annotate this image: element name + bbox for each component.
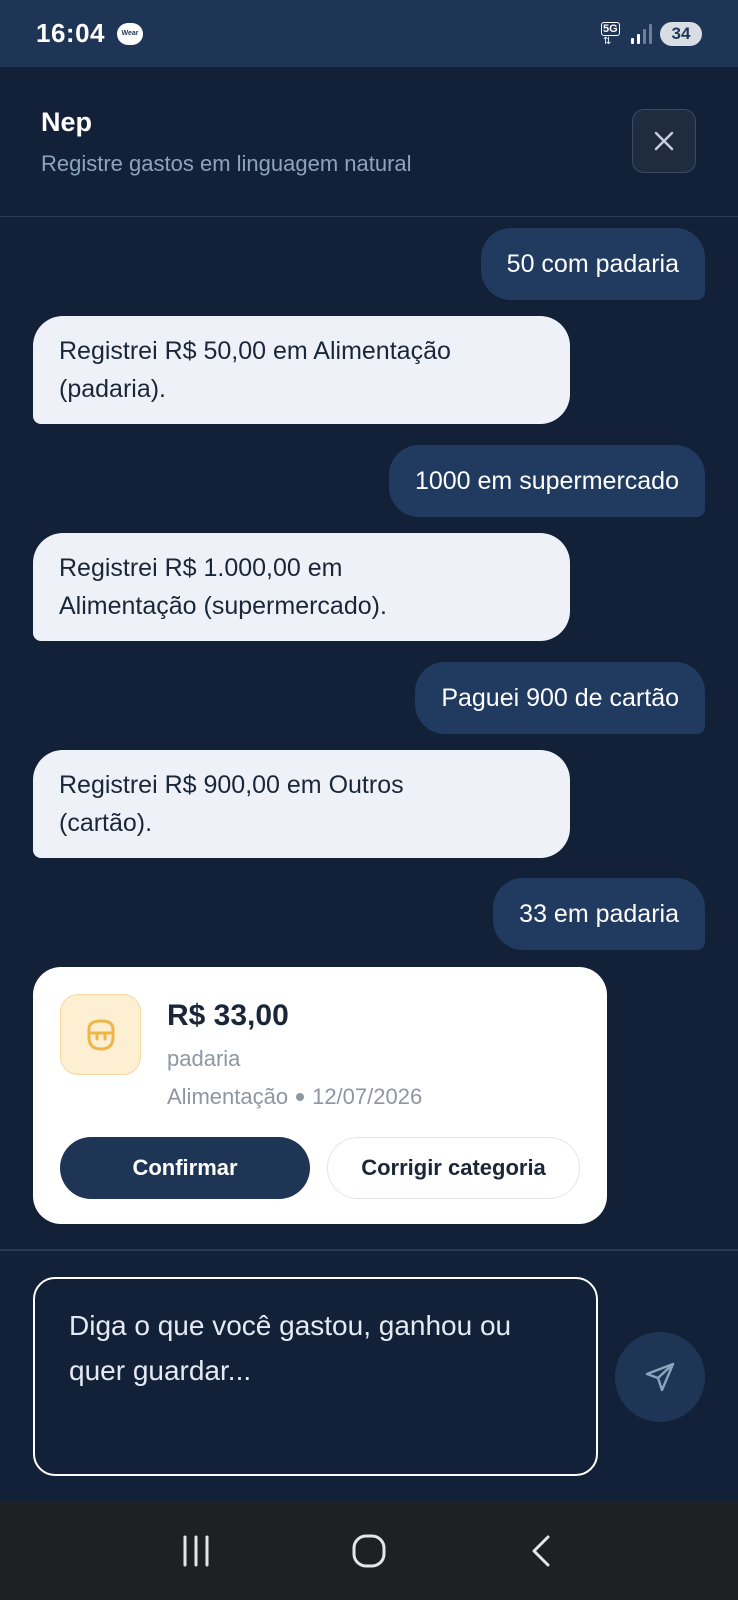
home-button[interactable] — [339, 1521, 399, 1581]
status-indicators: 5G ⇅ 34 — [601, 21, 702, 47]
message-input[interactable] — [33, 1277, 598, 1476]
send-button[interactable] — [615, 1332, 705, 1422]
network-type: 5G — [601, 21, 620, 36]
message-line: (cartão). — [59, 809, 153, 837]
composer-divider — [0, 1249, 738, 1251]
message-text: 1000 em supermercado — [414, 467, 679, 495]
wear-icon: Wear — [117, 22, 143, 45]
chat-header: Nep Registre gastos em linguagem natural — [0, 67, 738, 217]
expense-description: padaria — [167, 1046, 241, 1071]
message-line: (padaria). — [59, 375, 166, 403]
food-icon — [87, 1019, 114, 1050]
message-text: Paguei 900 de cartão — [441, 684, 679, 712]
status-time: 16:04 — [36, 18, 105, 48]
expense-meta: Alimentação 12/07/2026 — [167, 1084, 422, 1110]
expense-category: Alimentação — [167, 1084, 289, 1109]
network-icon: 5G ⇅ — [601, 21, 623, 47]
expense-amount: R$ 33,00 — [167, 999, 289, 1032]
page-subtitle: Registre gastos em linguagem natural — [41, 151, 412, 176]
message-text: 50 com padaria — [506, 250, 679, 278]
assistant-message: Registrei R$ 50,00 em Alimentação (padar… — [33, 316, 570, 424]
battery-icon: 34 — [660, 21, 702, 46]
assistant-message: Registrei R$ 1.000,00 em Alimentação (su… — [33, 533, 570, 641]
confirm-button[interactable]: Confirmar — [60, 1137, 310, 1199]
user-message: 1000 em supermercado — [388, 445, 705, 517]
message-line: Registrei R$ 50,00 em Alimentação — [59, 337, 451, 365]
status-bar: 16:04 Wear 5G ⇅ 34 — [0, 0, 738, 67]
close-button[interactable] — [632, 109, 696, 173]
user-message: Paguei 900 de cartão — [415, 662, 705, 734]
user-message: 33 em padaria — [493, 878, 705, 950]
home-icon — [352, 1534, 386, 1568]
message-text: 33 em padaria — [519, 900, 679, 928]
separator-dot — [296, 1093, 305, 1101]
battery-level: 34 — [671, 23, 691, 43]
message-line: Registrei R$ 1.000,00 em — [59, 554, 343, 582]
data-arrows-icon: ⇅ — [603, 35, 612, 47]
back-button[interactable] — [512, 1521, 572, 1581]
close-icon — [654, 131, 674, 151]
assistant-message: Registrei R$ 900,00 em Outros (cartão). — [33, 750, 570, 858]
system-nav-bar — [0, 1502, 738, 1600]
app-screen: 16:04 Wear 5G ⇅ 34 Nep Registre gastos e… — [0, 0, 738, 1600]
fix-category-button[interactable]: Corrigir categoria — [327, 1137, 580, 1199]
page-title: Nep — [41, 107, 93, 137]
send-icon — [645, 1362, 675, 1392]
message-line: Alimentação (supermercado). — [59, 592, 387, 620]
back-icon — [532, 1535, 550, 1567]
message-line: Registrei R$ 900,00 em Outros — [59, 771, 404, 799]
category-icon-box — [60, 994, 141, 1075]
user-message: 50 com padaria — [480, 228, 705, 300]
recent-apps-button[interactable] — [166, 1521, 226, 1581]
expense-date: 12/07/2026 — [312, 1084, 423, 1109]
recent-apps-icon — [183, 1535, 209, 1567]
signal-icon — [631, 23, 652, 44]
expense-confirmation-card: R$ 33,00 padaria Alimentação 12/07/2026 … — [33, 967, 607, 1224]
